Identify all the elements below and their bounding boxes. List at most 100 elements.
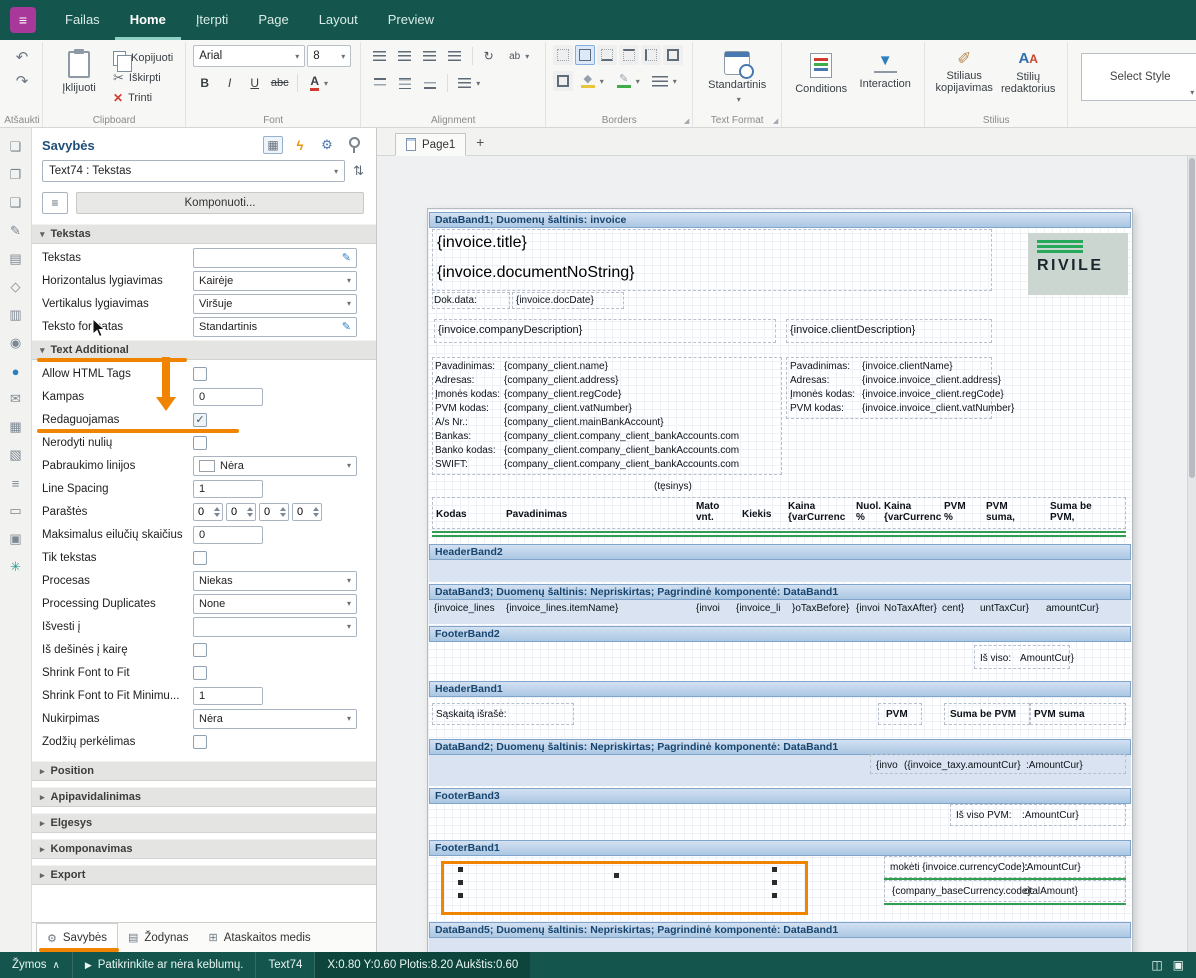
band-header[interactable]: DataBand3; Duomenų šaltinis: Nepriskirta… [429,584,1131,600]
report-field[interactable]: {invoice.clientName} [862,361,953,372]
italic-button[interactable]: I [218,72,241,94]
report-field[interactable]: PVM suma [1034,709,1085,720]
style-copy-button[interactable]: ✐ Stiliaus kopijavimas [932,45,996,111]
panel-tab-savybės[interactable]: ⚙Savybės [36,923,118,952]
report-field[interactable]: Sąskaitą išrašė: [436,709,507,720]
report-field[interactable]: {company_client.address} [504,375,619,386]
report-field[interactable]: cent} [942,603,964,614]
input-maksimalus-eilučių-skaičius[interactable]: 0 [193,526,263,544]
selection-handle[interactable] [458,867,463,872]
report-field[interactable]: {invoice.invoice_client.vatNumber} [862,403,1014,414]
text-lines-icon[interactable]: ≡ [42,192,68,214]
font-color-button[interactable]: A▾ [302,72,336,94]
canvas-vertical-scrollbar[interactable] [1187,156,1196,952]
report-field[interactable]: Įmonės kodas: [435,389,500,400]
band-header[interactable]: FooterBand2 [429,626,1131,642]
margin-input[interactable]: 0 [193,503,223,521]
checkbox-nerodyti-nulių[interactable] [193,436,207,450]
report-field[interactable]: {invoice.docDate} [516,295,594,306]
conditions-button[interactable]: Conditions [789,45,853,111]
border-color-button[interactable]: ✎▾ [611,70,645,92]
report-field[interactable]: (tęsinys) [654,481,692,492]
report-field[interactable]: {invoice.invoice_client.address} [862,375,1001,386]
report-field[interactable]: :AmountCur} [1022,810,1079,821]
properties-view-icon[interactable]: ▦ [263,136,283,154]
text-format-button[interactable]: Standartinis ▾ [700,45,774,111]
select-style-gallery[interactable]: Select Style ▾ [1081,53,1196,101]
select-procesas[interactable]: Niekas▾ [193,571,357,591]
tool-table-icon[interactable]: ▧ [4,444,28,466]
zoom-mode-icon[interactable]: ▣ [1173,958,1184,972]
settings-gear-icon[interactable]: ⚙ [317,136,337,154]
report-field[interactable]: Kodas [436,509,467,520]
report-field[interactable]: Pavadinimas: [435,361,495,372]
report-field[interactable]: Kaina {varCurrenc [788,501,845,523]
select-pabraukimo-linijos[interactable]: Nėra▾ [193,456,357,476]
report-field[interactable]: Pavadinimas: [790,361,850,372]
band-content[interactable] [429,560,1131,582]
scrollbar-thumb[interactable] [1189,158,1195,478]
section-header-tekstas[interactable]: ▾Tekstas [32,224,376,244]
select-vertikalus-lygiavimas[interactable]: Viršuje▾ [193,294,357,314]
report-field[interactable]: :AmountCur} [1024,862,1081,873]
fill-color-button[interactable]: ◆▾ [575,70,609,92]
report-field[interactable]: Adresas: [435,375,474,386]
tool-list-icon[interactable]: ≡ [4,472,28,494]
report-field[interactable]: A/s Nr.: [435,417,468,428]
checkbox-tik-tekstas[interactable] [193,551,207,565]
select-išvesti-į[interactable]: ▾ [193,617,357,637]
report-field[interactable]: Dok.data: [434,295,477,306]
app-menu-button[interactable]: ≡ [10,7,36,33]
section-header-position[interactable]: ▸Position [32,761,376,781]
panel-tab-žodynas[interactable]: ▤Žodynas [118,923,199,952]
report-field[interactable]: {invoi [856,603,880,614]
report-field[interactable]: Įmonės kodas: [790,389,855,400]
selection-handle[interactable] [772,880,777,885]
text-format-dialog-launcher-icon[interactable]: ◢ [773,117,778,125]
tool-ellipse-icon[interactable]: ● [4,360,28,382]
report-field[interactable]: {company_client.vatNumber} [504,403,632,414]
line-spacing-button[interactable]: ▾ [452,72,486,94]
align-justify-button[interactable] [443,45,466,67]
border-style-button[interactable]: ▾ [647,70,681,92]
report-field[interactable]: Kaina {varCurrenc [884,501,941,523]
report-field[interactable]: {company_baseCurrency.code}: [892,886,1034,897]
rotate-text-button[interactable]: ↻ [477,45,500,67]
strikethrough-button[interactable]: abc [268,72,291,94]
section-header-export[interactable]: ▸Export [32,865,376,885]
edit-teksto-formatas[interactable]: Standartinis✎ [193,317,357,337]
checkbox-redaguojamas[interactable]: ✓ [193,413,207,427]
pin-icon[interactable] [344,136,364,154]
copy-button[interactable]: Kopijuoti [108,48,178,68]
report-field[interactable]: {company_client.name} [504,361,608,372]
section-header-text-additional[interactable]: ▾Text Additional [32,340,376,360]
selected-component-dropdown[interactable]: Text74 : Tekstas ▾ [42,160,345,182]
tool-envelope-icon[interactable]: ✉ [4,388,28,410]
report-field[interactable]: Pavadinimas [506,509,567,520]
tool-clone-icon[interactable]: ❐ [4,164,28,186]
border-left-button[interactable] [641,45,661,65]
report-field[interactable]: AmountCur} [1020,653,1074,664]
report-page[interactable]: RIVILE DataBand1; Duomenų šaltinis: invo… [428,209,1132,952]
rivile-logo[interactable]: RIVILE [1028,233,1128,295]
select-nukirpimas[interactable]: Nėra▾ [193,709,357,729]
sort-az-icon[interactable]: ⇅ [353,163,364,179]
tool-pencil-icon[interactable]: ✎ [4,220,28,242]
report-field[interactable]: {invoice.title} [437,233,527,253]
valign-middle-button[interactable] [393,72,416,94]
report-field[interactable]: Iš viso: [980,653,1011,664]
margin-input[interactable]: 0 [292,503,322,521]
report-field[interactable]: SWIFT: [435,459,468,470]
align-right-button[interactable] [418,45,441,67]
events-bolt-icon[interactable]: ϟ [290,136,310,154]
tool-copy-style-icon[interactable]: ❏ [4,136,28,158]
band-content[interactable] [429,938,1131,952]
checkbox-shrink-font-to-fit[interactable] [193,666,207,680]
report-field[interactable]: mokėti {invoice.currencyCode}: [890,862,1028,873]
tool-clock-icon[interactable]: ◉ [4,332,28,354]
edit-tekstas[interactable]: ✎ [193,248,357,268]
add-page-button[interactable]: + [470,132,490,152]
delete-button[interactable]: ✕Trinti [108,88,178,108]
section-header-elgesys[interactable]: ▸Elgesys [32,813,376,833]
report-field[interactable]: {company_client.company_client_bankAccou… [504,445,739,456]
